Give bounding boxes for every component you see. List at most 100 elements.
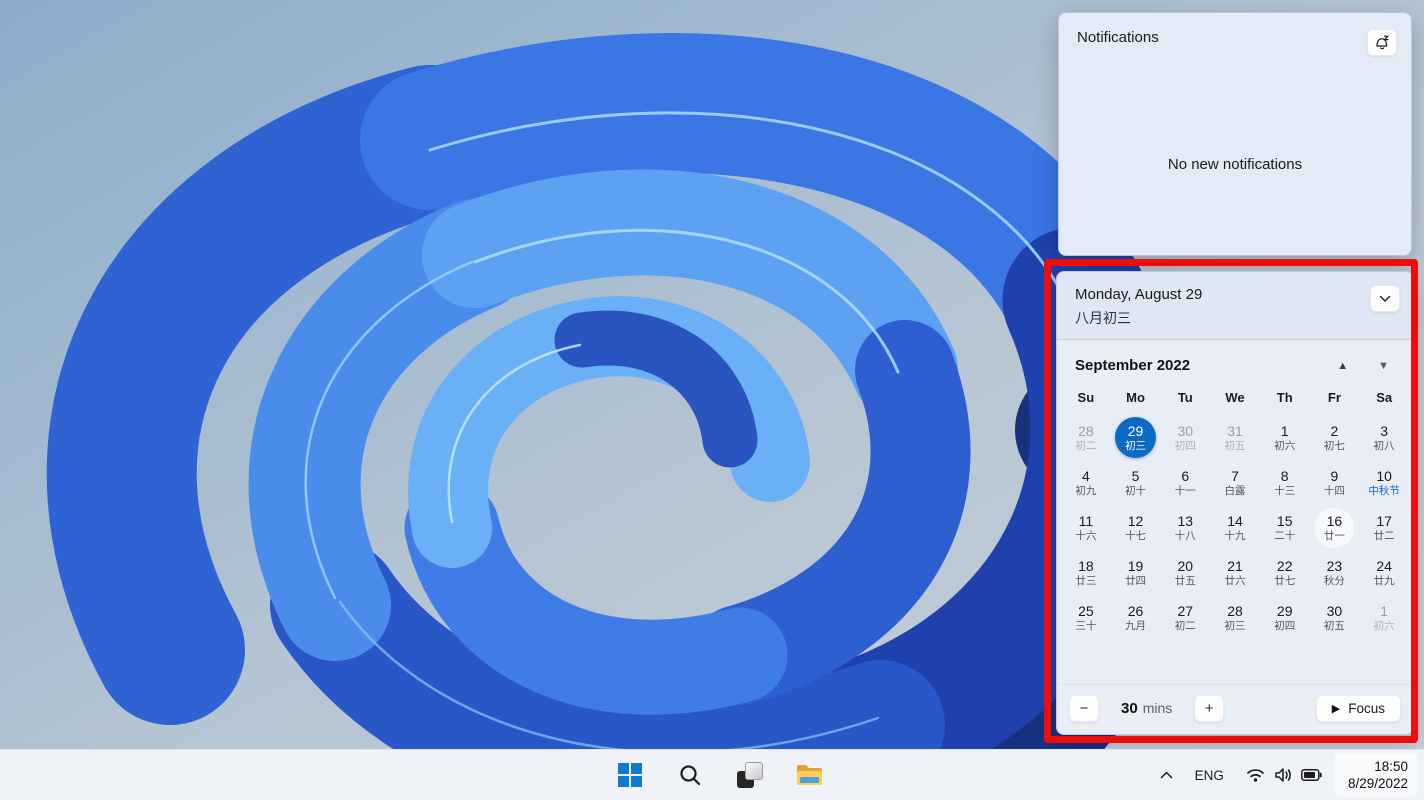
start-button[interactable] bbox=[610, 755, 650, 795]
lunar-day-label: 初三 bbox=[1224, 619, 1246, 632]
increase-focus-button[interactable]: + bbox=[1194, 695, 1225, 722]
calendar-day-cell[interactable]: 4 初九 bbox=[1061, 460, 1111, 505]
focus-session-bar: − 30 mins + ▶ Focus bbox=[1057, 684, 1413, 734]
calendar-day-cell[interactable]: 2 初七 bbox=[1310, 415, 1360, 460]
calendar-day-cell[interactable]: 5 初十 bbox=[1111, 460, 1161, 505]
calendar-day-cell[interactable]: 12 十七 bbox=[1111, 505, 1161, 550]
calendar-day-cell[interactable]: 16 廿一 bbox=[1310, 505, 1360, 550]
system-tray-button[interactable] bbox=[1240, 761, 1328, 789]
lunar-day-label: 初七 bbox=[1323, 439, 1345, 452]
lunar-day-label: 初六 bbox=[1274, 439, 1296, 452]
calendar-flyout: Monday, August 29 八月初三 September 2022 ▲ … bbox=[1056, 271, 1414, 735]
lunar-day-label: 三十 bbox=[1075, 619, 1097, 632]
search-button[interactable] bbox=[670, 755, 710, 795]
calendar-day-cell[interactable]: 30 初五 bbox=[1310, 595, 1360, 640]
calendar-day-cell[interactable]: 7 白露 bbox=[1210, 460, 1260, 505]
volume-icon bbox=[1275, 768, 1291, 782]
calendar-day-cell[interactable]: 26 九月 bbox=[1111, 595, 1161, 640]
calendar-day-cell[interactable]: 25 三十 bbox=[1061, 595, 1111, 640]
day-number: 12 bbox=[1127, 512, 1144, 529]
lunar-day-label: 二十 bbox=[1274, 529, 1296, 542]
next-month-button[interactable]: ▼ bbox=[1372, 358, 1395, 374]
clock-button[interactable]: 18:50 8/29/2022 bbox=[1333, 753, 1418, 797]
windows-logo-icon bbox=[618, 763, 642, 787]
lunar-day-label: 中秋节 bbox=[1368, 484, 1400, 497]
calendar-day-cell[interactable]: 8 十三 bbox=[1260, 460, 1310, 505]
tray-time: 18:50 bbox=[1374, 759, 1408, 774]
calendar-day-cell[interactable]: 30 初四 bbox=[1160, 415, 1210, 460]
lunar-day-label: 初五 bbox=[1323, 619, 1345, 632]
lunar-day-label: 廿一 bbox=[1323, 529, 1345, 542]
notifications-panel: Notifications No new notifications bbox=[1058, 12, 1412, 256]
calendar-day-cell[interactable]: 1 初六 bbox=[1359, 595, 1409, 640]
task-view-button[interactable] bbox=[730, 755, 770, 795]
tray-date: 8/29/2022 bbox=[1347, 776, 1408, 791]
prev-month-button[interactable]: ▲ bbox=[1331, 358, 1354, 374]
lunar-day-label: 初三 bbox=[1125, 439, 1147, 452]
day-number: 6 bbox=[1181, 467, 1190, 484]
lunar-day-label: 廿四 bbox=[1125, 574, 1147, 587]
day-number: 22 bbox=[1276, 557, 1293, 574]
weekday-label: Mo bbox=[1126, 390, 1145, 405]
day-number: 30 bbox=[1177, 422, 1194, 439]
day-number: 25 bbox=[1078, 602, 1094, 619]
weekday-label: Th bbox=[1276, 390, 1293, 405]
calendar-day-cell[interactable]: 17 廿二 bbox=[1359, 505, 1409, 550]
calendar-day-cell[interactable]: 10 中秋节 bbox=[1359, 460, 1409, 505]
day-number: 7 bbox=[1231, 467, 1239, 484]
chevron-up-icon bbox=[1160, 771, 1172, 779]
calendar-day-cell[interactable]: 22 廿七 bbox=[1260, 550, 1310, 595]
day-number: 21 bbox=[1227, 557, 1243, 574]
calendar-day-cell[interactable]: 29 初三 bbox=[1111, 415, 1161, 460]
calendar-day-cell[interactable]: 21 廿六 bbox=[1210, 550, 1260, 595]
calendar-day-cell[interactable]: 3 初八 bbox=[1359, 415, 1409, 460]
lunar-day-label: 初二 bbox=[1075, 439, 1097, 452]
day-number: 1 bbox=[1380, 602, 1389, 619]
calendar-day-cell[interactable]: 1 初六 bbox=[1260, 415, 1310, 460]
calendar-day-cell[interactable]: 19 廿四 bbox=[1111, 550, 1161, 595]
calendar-day-cell[interactable]: 29 初四 bbox=[1260, 595, 1310, 640]
calendar-day-cell[interactable]: 20 廿五 bbox=[1160, 550, 1210, 595]
day-number: 18 bbox=[1078, 557, 1094, 574]
day-number: 26 bbox=[1127, 602, 1144, 619]
lunar-day-label: 秋分 bbox=[1323, 574, 1345, 587]
calendar-day-cell[interactable]: 27 初二 bbox=[1160, 595, 1210, 640]
calendar-day-cell[interactable]: 23 秋分 bbox=[1310, 550, 1360, 595]
focus-button[interactable]: ▶ Focus bbox=[1315, 695, 1401, 722]
day-number: 24 bbox=[1376, 557, 1392, 574]
file-explorer-button[interactable] bbox=[790, 755, 830, 795]
calendar-day-cell[interactable]: 31 初五 bbox=[1210, 415, 1260, 460]
collapse-calendar-button[interactable] bbox=[1370, 285, 1400, 312]
day-number: 17 bbox=[1376, 512, 1392, 529]
lunar-day-label: 初八 bbox=[1373, 439, 1395, 452]
calendar-day-cell[interactable]: 15 二十 bbox=[1260, 505, 1310, 550]
day-number: 3 bbox=[1380, 422, 1389, 439]
calendar-day-cell[interactable]: 28 初三 bbox=[1210, 595, 1260, 640]
day-number: 20 bbox=[1177, 557, 1194, 574]
hidden-icons-button[interactable] bbox=[1154, 765, 1179, 785]
lunar-date-label: 八月初三 bbox=[1075, 310, 1131, 326]
language-indicator[interactable]: ENG bbox=[1185, 762, 1234, 789]
decrease-focus-button[interactable]: − bbox=[1069, 695, 1099, 722]
calendar-day-cell[interactable]: 11 十六 bbox=[1061, 505, 1111, 550]
focus-duration-label: 30 mins bbox=[1121, 700, 1172, 717]
calendar-day-cell[interactable]: 28 初二 bbox=[1061, 415, 1111, 460]
calendar-day-cell[interactable]: 9 十四 bbox=[1310, 460, 1360, 505]
day-number: 5 bbox=[1131, 467, 1140, 484]
calendar-day-cell[interactable]: 24 廿九 bbox=[1359, 550, 1409, 595]
bell-snooze-icon bbox=[1375, 35, 1388, 50]
lunar-day-label: 白露 bbox=[1224, 484, 1246, 497]
day-number: 30 bbox=[1326, 602, 1343, 619]
notification-settings-button[interactable] bbox=[1367, 29, 1397, 56]
selected-date-label: Monday, August 29 bbox=[1075, 286, 1203, 303]
calendar-day-cell[interactable]: 18 廿三 bbox=[1061, 550, 1111, 595]
lunar-day-label: 十六 bbox=[1075, 529, 1097, 542]
lunar-day-label: 廿六 bbox=[1224, 574, 1246, 587]
lunar-day-label: 初四 bbox=[1174, 439, 1196, 452]
lunar-day-label: 廿三 bbox=[1075, 574, 1097, 587]
calendar-day-cell[interactable]: 6 十一 bbox=[1160, 460, 1210, 505]
calendar-day-cell[interactable]: 14 十九 bbox=[1210, 505, 1260, 550]
weekday-label: Tu bbox=[1177, 390, 1193, 405]
calendar-day-cell[interactable]: 13 十八 bbox=[1160, 505, 1210, 550]
focus-button-label: Focus bbox=[1348, 701, 1385, 716]
